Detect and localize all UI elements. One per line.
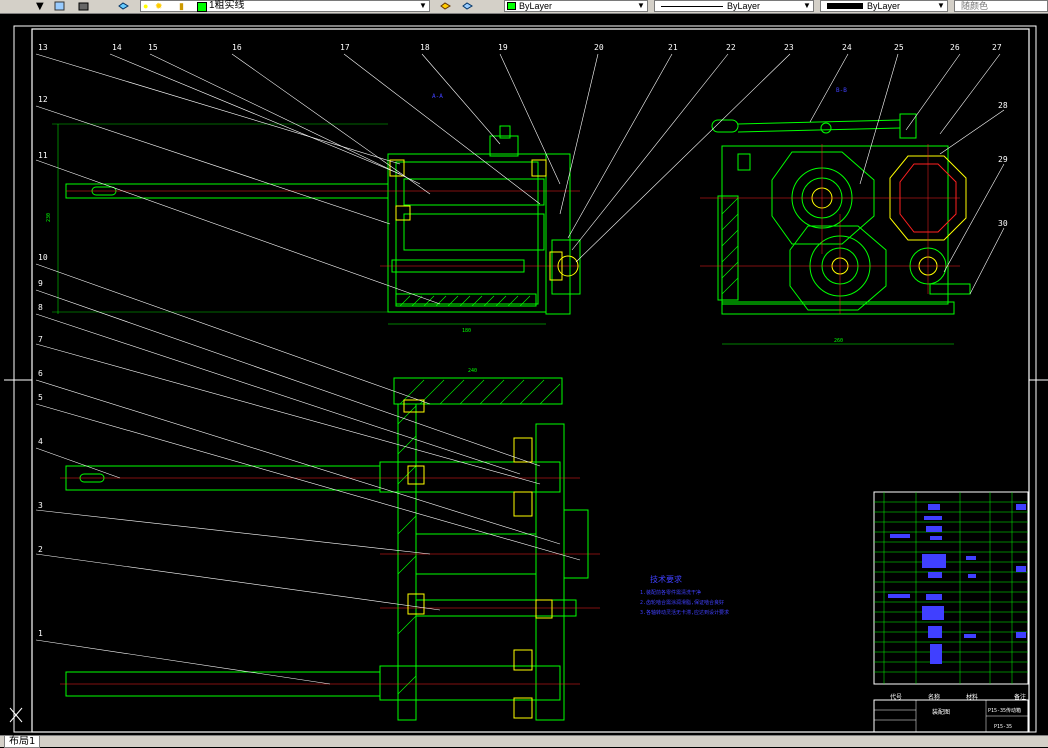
lineweight-value: ByLayer (867, 1, 901, 11)
callout-numbers-right: 28 29 30 (998, 101, 1008, 228)
bottom-view: 240 (60, 368, 600, 721)
svg-text:24: 24 (842, 43, 852, 52)
properties-toolbar: ▼ ● ✹ ▮ 1粗实线 ▼ ByLayer ▼ ByLayer ▼ ByLay… (0, 0, 1048, 14)
svg-text:1: 1 (38, 629, 43, 638)
outer-frame (13, 25, 1037, 733)
plotstyle-value: 随颜色 (961, 1, 989, 11)
svg-text:3: 3 (38, 501, 43, 510)
svg-text:29: 29 (998, 155, 1008, 164)
svg-text:21: 21 (668, 43, 678, 52)
model-no: P15-35 (994, 724, 1012, 730)
svg-text:9: 9 (38, 279, 43, 288)
ucs-icon (9, 707, 23, 723)
layer-select[interactable]: ● ✹ ▮ 1粗实线 ▼ (140, 0, 430, 12)
layer-previous-icon[interactable] (78, 1, 89, 11)
chevron-down-icon[interactable]: ▼ (936, 1, 946, 11)
right-view-label: B-B (836, 87, 847, 94)
layer-manager-icon[interactable] (118, 1, 129, 11)
svg-text:11: 11 (38, 151, 48, 160)
inner-frame (31, 28, 1030, 733)
tech-req-line-2: 2.齿轮啮合需涂润滑脂,保证啮合良好 (640, 599, 724, 606)
linetype-preview (661, 6, 723, 7)
drawing-canvas[interactable]: A-A 180 230 B-B 260 240 13 12 11 10 9 8 … (0, 14, 1048, 735)
svg-text:23: 23 (784, 43, 794, 52)
color-select[interactable]: ByLayer ▼ (504, 0, 648, 12)
dim-top-height: 230 (46, 213, 52, 222)
tech-req-line-3: 3.各轴转动灵活无卡滞,应达到设计要求 (640, 609, 729, 616)
svg-text:8: 8 (38, 303, 43, 312)
svg-text:19: 19 (498, 43, 508, 52)
technical-requirements: 技术要求 1.装配前各零件需清洗干净 2.齿轮啮合需涂润滑脂,保证啮合良好 3.… (640, 574, 729, 616)
layer-color-swatch (197, 2, 207, 12)
svg-text:20: 20 (594, 43, 604, 52)
dropdown-arrow-icon[interactable]: ▼ (36, 0, 48, 13)
lock-icon: ▮ (179, 1, 184, 11)
svg-text:13: 13 (38, 43, 48, 52)
parts-list: 代号 名称 材料 备注 装配图 P15-35传动箱 P15-35 (873, 491, 1029, 733)
linetype-value: ByLayer (727, 1, 761, 11)
tech-req-title: 技术要求 (650, 574, 682, 584)
svg-text:12: 12 (38, 95, 48, 104)
svg-text:17: 17 (340, 43, 350, 52)
lightbulb-icon: ● (143, 1, 149, 11)
color-swatch (507, 2, 516, 10)
color-value: ByLayer (519, 1, 553, 11)
chevron-down-icon[interactable]: ▼ (802, 1, 812, 11)
make-current-icon[interactable] (440, 1, 451, 11)
dim-top-width: 180 (462, 328, 471, 334)
svg-text:14: 14 (112, 43, 122, 52)
svg-text:26: 26 (950, 43, 960, 52)
dim-right-width: 260 (834, 338, 843, 344)
svg-text:16: 16 (232, 43, 242, 52)
svg-text:7: 7 (38, 335, 43, 344)
tab-layout1[interactable]: 布局1 (4, 736, 41, 748)
sun-icon: ✹ (155, 1, 163, 11)
leader-lines (35, 53, 1005, 685)
top-view: A-A 180 230 (46, 93, 581, 334)
layout-tab-bar: 布局1 (0, 735, 1048, 748)
svg-text:25: 25 (894, 43, 904, 52)
layer-previous-icon[interactable] (462, 1, 473, 11)
svg-text:27: 27 (992, 43, 1002, 52)
plotstyle-select: 随颜色 (954, 0, 1048, 12)
svg-text:4: 4 (38, 437, 43, 446)
chevron-down-icon[interactable]: ▼ (636, 1, 646, 11)
lineweight-select[interactable]: ByLayer ▼ (820, 0, 948, 12)
svg-text:30: 30 (998, 219, 1008, 228)
tech-req-line-1: 1.装配前各零件需清洗干净 (640, 589, 701, 596)
drawing-name: 装配图 (932, 708, 950, 716)
chevron-down-icon[interactable]: ▼ (418, 1, 428, 11)
lineweight-preview (827, 3, 863, 9)
layer-name: 1粗实线 (209, 0, 245, 11)
svg-text:10: 10 (38, 253, 48, 262)
svg-text:18: 18 (420, 43, 430, 52)
callout-numbers-top: 14 15 16 17 18 19 20 21 22 23 24 25 26 2… (112, 43, 1002, 52)
dim-bottom-width: 240 (468, 368, 477, 374)
svg-text:6: 6 (38, 369, 43, 378)
right-view: B-B 260 (700, 87, 971, 345)
svg-text:5: 5 (38, 393, 43, 402)
svg-text:15: 15 (148, 43, 158, 52)
linetype-select[interactable]: ByLayer ▼ (654, 0, 814, 12)
layer-states-icon[interactable] (54, 1, 65, 11)
top-view-label: A-A (432, 93, 443, 100)
part-title: P15-35传动箱 (988, 707, 1021, 714)
svg-text:28: 28 (998, 101, 1008, 110)
svg-text:2: 2 (38, 545, 43, 554)
svg-text:22: 22 (726, 43, 736, 52)
callout-numbers-left: 13 12 11 10 9 8 7 6 5 4 3 2 1 (38, 43, 48, 638)
